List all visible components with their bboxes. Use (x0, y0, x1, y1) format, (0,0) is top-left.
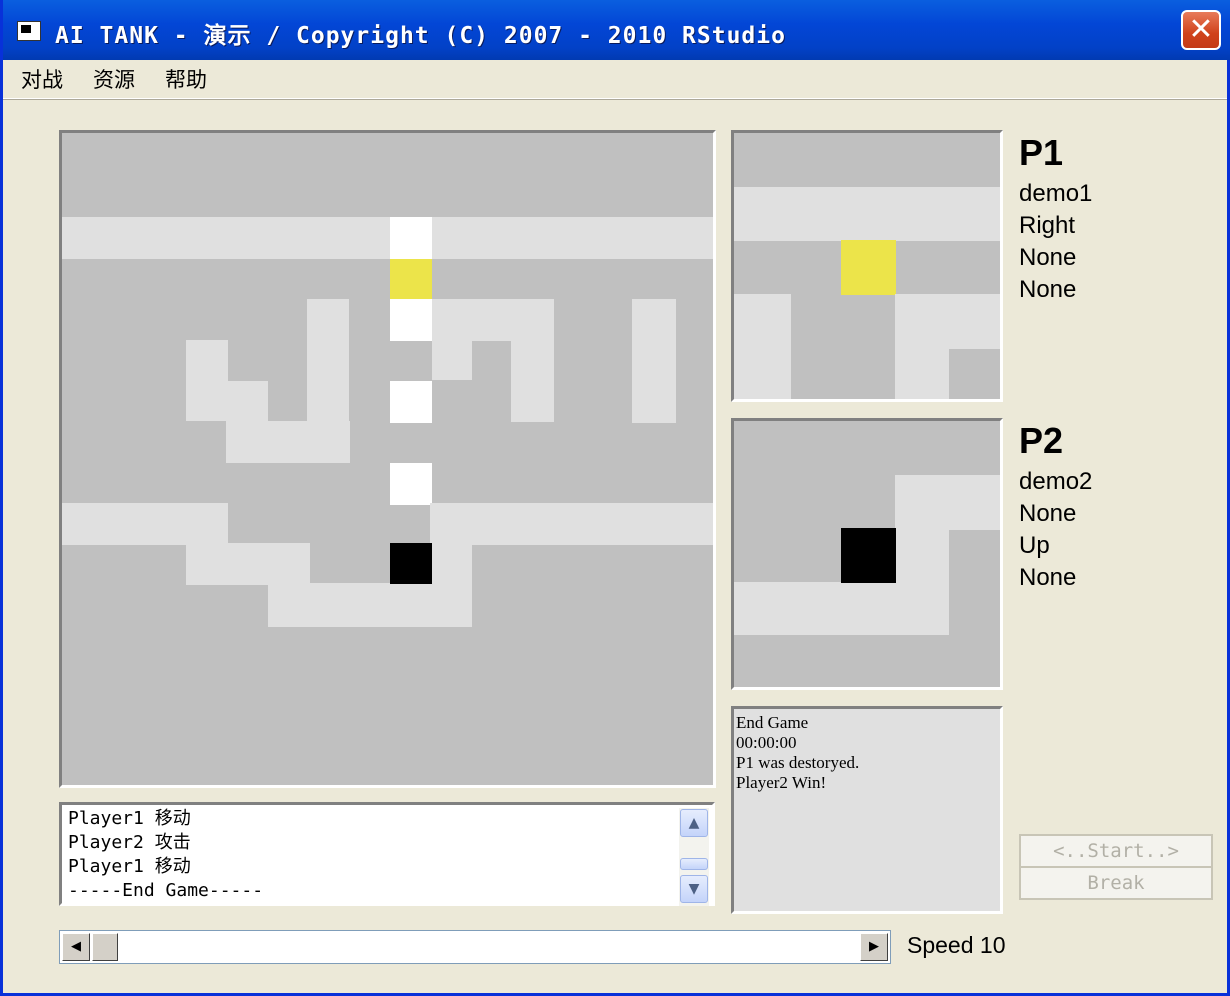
wall-block (390, 463, 432, 505)
road (430, 503, 713, 545)
menu-bar: 对战 资源 帮助 (3, 60, 1227, 99)
speed-value: 10 (979, 932, 1006, 958)
title-bar[interactable]: AI TANK - 演示 / Copyright (C) 2007 - 2010… (3, 0, 1230, 60)
wall-block (390, 217, 432, 259)
road (734, 187, 1000, 241)
action-log[interactable]: Player1 移动 Player2 攻击 Player1 移动 -----End G… (59, 802, 715, 906)
speed-readout: Speed 10 (907, 932, 1006, 959)
p2-name: demo2 (1019, 468, 1093, 495)
wall-block (390, 381, 432, 423)
down-arrow-icon: ▼ (688, 881, 700, 897)
p1-tank (390, 259, 432, 299)
status-line: Player2 Win! (736, 773, 827, 792)
up-arrow-icon: ▲ (688, 815, 700, 831)
log-lines: Player1 移动 Player2 攻击 Player1 移动 -----End G… (68, 807, 263, 903)
p1-status-a: None (1019, 244, 1077, 271)
road (62, 217, 713, 259)
scroll-right-button[interactable]: ▶ (860, 933, 888, 961)
break-button[interactable]: Break (1019, 866, 1213, 900)
p1-tank-zoom (841, 240, 896, 295)
road (226, 421, 350, 463)
p2-view (734, 421, 1000, 687)
road (895, 294, 949, 399)
start-button[interactable]: <..Start..> (1019, 834, 1213, 868)
p1-name: demo1 (1019, 180, 1093, 207)
menu-help[interactable]: 帮助 (165, 64, 207, 94)
game-status-box: End Game 00:00:00 P1 was destoryed. Player2… (731, 706, 1003, 914)
p2-status-b: None (1019, 564, 1077, 591)
log-line: Player2 攻击 (68, 832, 191, 853)
road (734, 582, 949, 635)
scroll-thumb[interactable] (680, 858, 708, 870)
log-line: Player1 移动 (68, 856, 191, 877)
road (62, 503, 228, 545)
status-lines: End Game 00:00:00 P1 was destoryed. Player2… (736, 713, 859, 793)
scroll-down-button[interactable]: ▼ (680, 875, 708, 903)
p2-title: P2 (1019, 420, 1064, 461)
p1-title: P1 (1019, 132, 1064, 173)
p2-direction: Up (1019, 532, 1050, 559)
p1-view-frame (731, 130, 1003, 402)
wall-block (390, 299, 432, 341)
road (632, 299, 676, 423)
log-scrollbar[interactable]: ▲ ▼ (679, 808, 709, 906)
battlefield-map[interactable] (62, 133, 713, 785)
scroll-up-button[interactable]: ▲ (680, 809, 708, 837)
road (432, 299, 554, 341)
p2-status-a: None (1019, 500, 1077, 527)
p1-direction: Right (1019, 212, 1076, 239)
speed-thumb[interactable] (92, 933, 118, 961)
speed-slider[interactable]: ◀ ▶ (59, 930, 891, 964)
status-line: P1 was destoryed. (736, 753, 860, 772)
road (734, 294, 791, 399)
battlefield-frame (59, 130, 716, 788)
p2-tank (390, 543, 432, 584)
road (432, 340, 472, 380)
right-arrow-icon: ▶ (869, 939, 879, 954)
road (186, 381, 268, 421)
app-window: AI TANK - 演示 / Copyright (C) 2007 - 2010… (0, 0, 1230, 996)
p2-tank-zoom (841, 528, 896, 583)
p1-view (734, 133, 1000, 399)
window-title: AI TANK - 演示 / Copyright (C) 2007 - 2010… (55, 23, 786, 49)
p1-status-b: None (1019, 276, 1077, 303)
p2-view-frame (731, 418, 1003, 690)
speed-label: Speed (907, 932, 974, 958)
road (268, 583, 472, 627)
log-line: -----End Game----- (68, 880, 264, 901)
app-window-icon[interactable] (17, 21, 41, 41)
left-arrow-icon: ◀ (71, 939, 81, 954)
road (511, 340, 554, 422)
menu-battle[interactable]: 对战 (21, 64, 63, 94)
menu-resources[interactable]: 资源 (93, 64, 135, 94)
log-line: Player1 移动 (68, 808, 191, 829)
status-line: 00:00:00 (736, 733, 797, 752)
road (186, 543, 310, 585)
scroll-left-button[interactable]: ◀ (62, 933, 90, 961)
close-button[interactable]: ✕ (1181, 10, 1221, 50)
status-line: End Game (736, 713, 809, 732)
